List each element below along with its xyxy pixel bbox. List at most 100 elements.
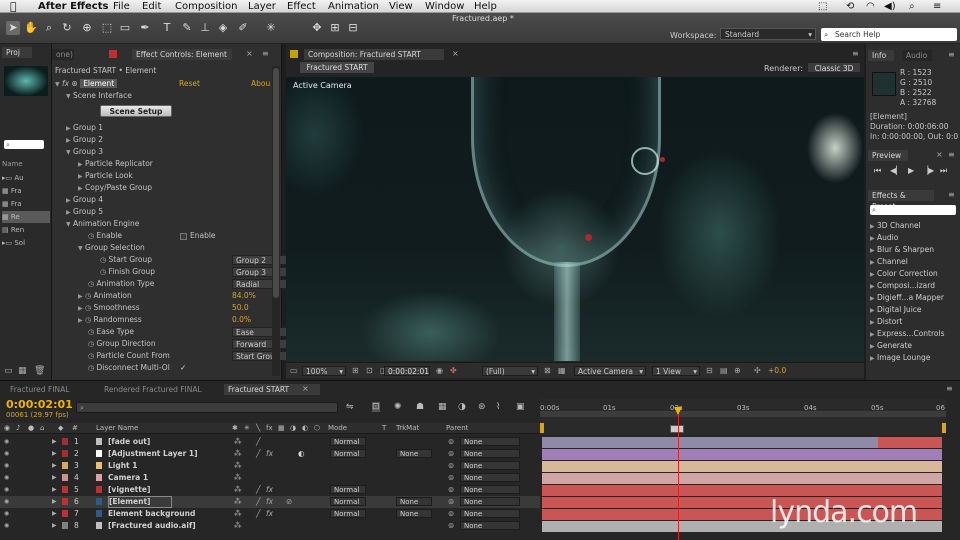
column-layer-name[interactable]: Layer Name — [96, 423, 138, 434]
column-parent[interactable]: Parent — [446, 423, 468, 434]
camera-snapshot-icon[interactable]: ◉ — [436, 366, 443, 375]
particle-look-row[interactable]: ▶ Particle Look — [78, 170, 296, 182]
table-row[interactable]: ◉ ▶ 7 Element background ⁂ ╱ fx Normal None ⊚ None — [0, 508, 540, 520]
stopwatch-icon[interactable]: ◷ — [85, 304, 91, 312]
tab-project[interactable]: Proj — [2, 47, 32, 58]
eye-icon[interactable]: ◉ — [4, 520, 9, 532]
layer-label-swatch[interactable] — [62, 486, 68, 493]
tab-preview[interactable]: Preview — [868, 150, 908, 161]
triangle-right-icon[interactable]: ▶ — [52, 436, 57, 448]
brainstorm-icon[interactable]: ⊛ — [478, 402, 486, 412]
shy-switch-icon[interactable]: ⁂ — [234, 448, 242, 460]
table-row[interactable]: ◉ ▶ 5 [vignette] ⁂ ╱ fx Normal ⊚ None — [0, 484, 540, 496]
menu-help[interactable]: Help — [474, 0, 497, 13]
tab-rendered-fractured-final[interactable]: Rendered Fractured FINAL — [100, 384, 210, 395]
triangle-right-icon[interactable]: ▶ — [52, 484, 57, 496]
mask-tool-icon[interactable]: ▭ — [118, 21, 132, 35]
layer-parent-select[interactable]: None — [460, 485, 520, 494]
view-layout-select[interactable]: 1 View ▾ — [652, 366, 700, 376]
tray-time-machine-icon[interactable]: ⟲ — [846, 0, 854, 13]
play-icon[interactable]: ▶ — [908, 166, 914, 175]
effect-controls-scrollbar[interactable] — [272, 66, 280, 376]
frame-blending-icon[interactable]: ▦ — [438, 402, 447, 412]
current-time-field[interactable]: 0:00:02:01 — [384, 366, 430, 376]
fx-icon[interactable]: fx — [62, 79, 69, 88]
scrollbar-thumb[interactable] — [273, 68, 279, 298]
effects-category-item[interactable]: ▶ 3D Channel — [870, 220, 958, 232]
tray-spotlight-icon[interactable]: ⌕ — [909, 0, 915, 13]
column-t[interactable]: T — [382, 423, 386, 434]
close-icon[interactable]: × — [936, 150, 943, 159]
scene-setup-button[interactable]: Scene Setup — [100, 105, 172, 117]
list-item[interactable]: ▸▭ Au — [2, 172, 50, 184]
group-2-row[interactable]: ▶ Group 2 — [66, 134, 284, 146]
group-3-row[interactable]: ▼ Group 3 — [66, 146, 284, 158]
comp-mini-flowchart-icon[interactable]: ⇋ — [346, 402, 354, 412]
layer-mode-select[interactable]: Normal — [330, 509, 366, 518]
quality-switch-icon[interactable]: ╱ — [256, 484, 261, 496]
eye-icon[interactable]: ◉ — [4, 496, 9, 508]
tab-effect-controls[interactable]: Effect Controls: Element — [132, 49, 232, 60]
panel-menu-icon[interactable]: ≡ — [852, 49, 859, 58]
menu-layer[interactable]: Layer — [248, 0, 276, 13]
axis-mode-local-icon[interactable]: ⊞ — [328, 21, 342, 35]
puppet-tool-icon[interactable]: ✳ — [264, 21, 278, 35]
effects-category-item[interactable]: ▶ Distort — [870, 316, 958, 328]
particle-replicator-row[interactable]: ▶ Particle Replicator — [78, 158, 296, 170]
table-row[interactable]: ◉ ▶ 1 [fade out] ⁂ ╱ Normal ⊚ None — [0, 436, 540, 448]
layer-duration-bar[interactable] — [542, 449, 942, 460]
solo-icon[interactable]: ● — [28, 423, 34, 434]
quality-switch-icon[interactable]: ╱ — [256, 448, 261, 460]
rotate-tool-icon[interactable]: ↻ — [60, 21, 74, 35]
axis-mode-icon[interactable]: ✥ — [310, 21, 324, 35]
work-area-end-handle[interactable] — [942, 423, 946, 433]
parent-pickwhip-icon[interactable]: ⊚ — [448, 520, 454, 532]
layer-label-swatch[interactable] — [62, 522, 68, 529]
menu-edit[interactable]: Edit — [142, 0, 161, 13]
effects-category-item[interactable]: ▶ Digieff...a Mapper — [870, 292, 958, 304]
tray-volume-icon[interactable]: ◀) — [884, 0, 896, 13]
playhead[interactable] — [674, 407, 683, 540]
pan-behind-tool-icon[interactable]: ⬚ — [100, 21, 114, 35]
close-icon[interactable]: × — [452, 49, 459, 58]
list-item[interactable]: ▦ Re — [2, 211, 50, 223]
copy-paste-group-row[interactable]: ▶ Copy/Paste Group — [78, 182, 296, 194]
timeline-current-time[interactable]: 0:00:02:01 — [6, 398, 73, 411]
hide-shy-icon[interactable]: ☗ — [416, 402, 424, 412]
fx-switch-icon[interactable]: fx — [266, 448, 273, 460]
layer-mode-select[interactable]: Normal — [330, 497, 366, 506]
safe-zones-icon[interactable]: ⊡ — [366, 366, 373, 375]
eye-icon[interactable]: ◉ — [4, 508, 9, 520]
timeline-icon[interactable]: ▤ — [720, 366, 728, 375]
effects-category-item[interactable]: ▶ Channel — [870, 256, 958, 268]
stopwatch-icon[interactable]: ◷ — [100, 268, 106, 276]
apple-icon[interactable]:  — [10, 0, 17, 13]
composition-viewer[interactable] — [286, 77, 864, 361]
column-mode[interactable]: Mode — [328, 423, 347, 434]
eye-icon[interactable]: ◉ — [4, 436, 9, 448]
list-item[interactable]: ▦ Fra — [2, 185, 50, 197]
table-row[interactable]: ◉ ▶ 8 [Fractured audio.aif] ⁂ ⊚ None — [0, 520, 540, 532]
audio-icon[interactable]: ♪ — [16, 423, 20, 434]
layer-name[interactable]: [vignette] — [108, 484, 228, 496]
layer-mode-select[interactable]: Normal — [330, 485, 366, 494]
layer-parent-select[interactable]: None — [460, 521, 520, 530]
lock-icon[interactable]: ⌂ — [40, 423, 44, 434]
tab-composition[interactable]: Composition: Fractured START — [304, 49, 444, 60]
stopwatch-icon[interactable]: ◷ — [85, 316, 91, 324]
quality-switch-icon[interactable]: ╱ — [256, 496, 261, 508]
smoothness-value[interactable]: 50.0 — [232, 302, 249, 314]
panel-menu-icon[interactable]: ≡ — [948, 190, 955, 199]
group-1-row[interactable]: ▶ Group 1 — [66, 122, 284, 134]
triangle-right-icon[interactable]: ▶ — [52, 472, 57, 484]
layer-parent-select[interactable]: None — [460, 437, 520, 446]
effects-category-item[interactable]: ▶ Image Lounge — [870, 352, 958, 364]
tab-previous[interactable]: one) — [52, 49, 74, 60]
shy-switch-icon[interactable]: ⁂ — [234, 460, 242, 472]
stopwatch-icon[interactable]: ◷ — [85, 292, 91, 300]
layer-name[interactable]: Camera 1 — [108, 472, 228, 484]
parent-pickwhip-icon[interactable]: ⊚ — [448, 460, 454, 472]
effects-category-item[interactable]: ▶ Digital Juice — [870, 304, 958, 316]
fast-previews-icon[interactable]: ⊠ — [544, 366, 551, 375]
timeline-search-input[interactable]: ⌕ — [76, 402, 338, 413]
